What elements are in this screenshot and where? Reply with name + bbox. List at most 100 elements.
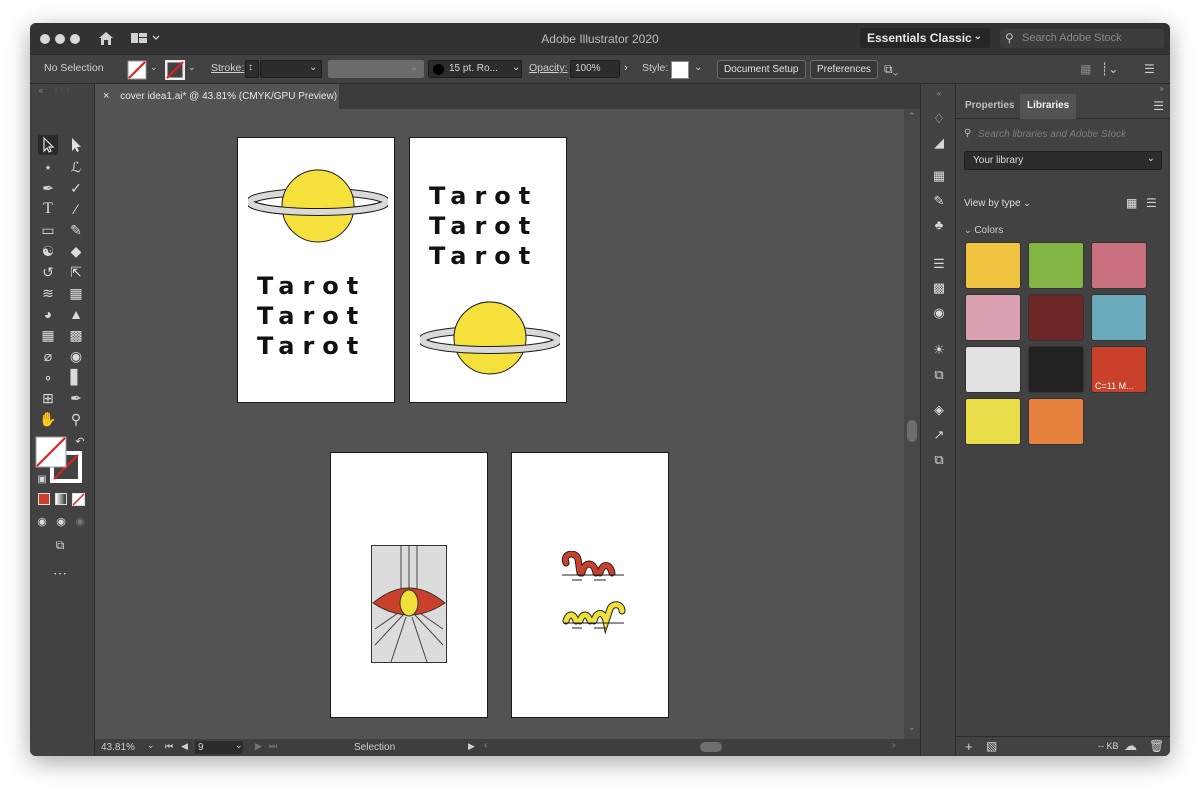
view-by-type-dropdown[interactable]: View by type ⌄ — [964, 198, 1031, 209]
draw-normal-icon[interactable]: ◉ — [32, 512, 52, 532]
status-menu-icon[interactable]: ▶ — [468, 741, 475, 752]
chevron-down-icon[interactable]: ⌄ — [235, 740, 243, 751]
hand-tool-icon[interactable]: ✋ — [38, 409, 58, 429]
width-tool-icon[interactable]: ≋ — [38, 283, 58, 303]
type-tool-icon[interactable]: T — [38, 199, 58, 219]
rectangle-tool-icon[interactable]: ▭ — [38, 220, 58, 240]
curvature-tool-icon[interactable]: ✓ — [66, 178, 86, 198]
artboards-panel-icon[interactable]: ⧉ — [930, 452, 948, 468]
swap-fill-stroke-icon[interactable]: ↶ — [70, 432, 90, 452]
screen-mode-icon[interactable]: ⧉ — [50, 535, 70, 555]
shape-builder-tool-icon[interactable]: ◕ — [38, 304, 58, 324]
list-view-icon[interactable]: ☰ — [1146, 196, 1157, 210]
brushes-panel-icon[interactable]: ✎ — [930, 193, 948, 209]
color-swatch[interactable] — [1028, 242, 1084, 289]
eyedropper-tool-icon[interactable]: ⌀ — [38, 346, 58, 366]
asset-export-icon[interactable]: ↗ — [930, 427, 948, 443]
expand-panel-icon[interactable]: » — [1160, 84, 1164, 93]
artboard-2[interactable]: Tarot Tarot Tarot — [409, 137, 567, 403]
opacity-field[interactable]: 100% — [570, 60, 620, 78]
pen-tool-icon[interactable]: ✒ — [38, 178, 58, 198]
horizontal-scroll-thumb[interactable] — [700, 742, 722, 752]
chevron-down-icon[interactable]: ⌄ — [508, 60, 522, 78]
artboard-1[interactable]: Tarot Tarot Tarot — [237, 137, 395, 403]
first-artboard-icon[interactable]: ⏮ — [165, 741, 173, 752]
lasso-tool-icon[interactable]: ℒ — [66, 157, 86, 177]
artboard-tool-icon[interactable]: ⊞ — [38, 388, 58, 408]
color-swatch[interactable] — [1028, 398, 1084, 445]
chevron-down-icon[interactable]: ⌄ — [147, 740, 155, 751]
symbols-panel-icon[interactable]: ♣ — [930, 217, 948, 233]
library-select[interactable]: Your library ⌄ — [964, 151, 1162, 170]
preferences-button[interactable]: Preferences — [810, 60, 878, 79]
last-artboard-icon[interactable]: ⏭ — [269, 741, 277, 752]
document-tab[interactable]: × cover idea1.ai* @ 43.81% (CMYK/GPU Pre… — [95, 84, 339, 109]
add-content-icon[interactable]: + — [965, 739, 973, 754]
color-guide-icon[interactable]: ◢ — [930, 135, 948, 151]
scroll-right-icon[interactable]: › — [892, 740, 895, 751]
graphic-styles-icon[interactable]: ⧉ — [930, 367, 948, 383]
symbol-sprayer-tool-icon[interactable]: ∘ — [38, 367, 58, 387]
transparency-panel-icon[interactable]: ◉ — [930, 305, 948, 321]
chevron-down-icon[interactable]: ⌄ — [908, 722, 916, 733]
scroll-thumb[interactable] — [907, 420, 917, 442]
stroke-label[interactable]: Stroke: — [211, 62, 244, 74]
colors-section-header[interactable]: ⌄ Colors — [964, 225, 1003, 236]
vertical-scrollbar[interactable]: ⌃ ⌄ — [904, 109, 920, 740]
tab-libraries[interactable]: Libraries — [1020, 94, 1077, 119]
gradient-tool-icon[interactable]: ▩ — [66, 325, 86, 345]
line-segment-tool-icon[interactable]: ∕ — [66, 199, 86, 219]
magic-wand-tool-icon[interactable]: ⋆ — [38, 157, 58, 177]
close-tab-icon[interactable]: × — [103, 90, 109, 102]
color-swatch[interactable] — [965, 346, 1021, 393]
document-setup-button[interactable]: Document Setup — [717, 60, 806, 79]
zoom-level-field[interactable]: 43.81% — [101, 742, 135, 753]
stock-search-input[interactable]: ⚲ Search Adobe Stock — [1000, 29, 1164, 48]
perspective-grid-tool-icon[interactable]: ▲ — [66, 304, 86, 324]
trash-icon[interactable]: 🗑 — [1149, 739, 1164, 753]
quick-actions-icon[interactable]: ⧉⌄ — [884, 62, 898, 77]
color-swatch[interactable] — [1028, 346, 1084, 393]
column-graph-tool-icon[interactable]: ▋ — [66, 367, 86, 387]
chevron-right-icon[interactable]: › — [624, 62, 628, 74]
color-swatch[interactable] — [965, 398, 1021, 445]
gradient-panel-icon[interactable]: ▩ — [930, 280, 948, 296]
selection-tool-icon[interactable] — [38, 135, 58, 155]
cloud-sync-icon[interactable]: ☁ — [1124, 738, 1137, 754]
previous-artboard-icon[interactable]: ◀ — [181, 741, 188, 752]
panel-grip-icon[interactable]: ⋮⋮⋮ — [50, 88, 74, 94]
zoom-tool-icon[interactable]: ⚲ — [66, 409, 86, 429]
color-swatch[interactable]: C=11 M... — [1091, 346, 1147, 393]
color-swatch[interactable] — [965, 242, 1021, 289]
color-swatch[interactable] — [1028, 294, 1084, 341]
color-swatch[interactable] — [965, 294, 1021, 341]
slice-tool-icon[interactable]: ✒ — [66, 388, 86, 408]
artboard-4[interactable] — [511, 452, 669, 718]
library-search-input[interactable]: ⚲ Search libraries and Adobe Stock — [963, 125, 1163, 145]
panel-menu-icon[interactable]: ☰ — [1153, 99, 1164, 113]
draw-behind-icon[interactable]: ◉ — [51, 512, 71, 532]
color-swatch[interactable] — [1091, 242, 1147, 289]
artboard-3[interactable] — [330, 452, 488, 718]
graphic-style-swatch[interactable] — [671, 61, 689, 79]
gradient-mode-icon[interactable] — [55, 493, 67, 505]
stroke-panel-icon[interactable]: ☰ — [930, 256, 948, 272]
appearance-panel-icon[interactable]: ☀ — [930, 342, 948, 358]
scale-tool-icon[interactable]: ⇱ — [66, 262, 86, 282]
align-grid-icon[interactable]: ▦ — [1080, 62, 1091, 76]
fill-none-icon[interactable] — [127, 60, 147, 80]
align-panel-icon[interactable]: ┊⌄ — [1101, 62, 1118, 76]
collapse-panel-icon[interactable]: « — [34, 86, 48, 96]
paintbrush-tool-icon[interactable]: ✎ — [66, 220, 86, 240]
scroll-left-icon[interactable]: ‹ — [484, 740, 487, 751]
opacity-label[interactable]: Opacity: — [529, 62, 568, 74]
chevron-down-icon[interactable]: ⌄ — [188, 62, 196, 73]
draw-inside-icon[interactable]: ◉ — [70, 512, 90, 532]
menu-icon[interactable]: ☰ — [1144, 62, 1155, 76]
direct-selection-tool-icon[interactable] — [66, 135, 86, 155]
next-artboard-icon[interactable]: ▶ — [255, 741, 262, 752]
color-swatch[interactable] — [1091, 294, 1147, 341]
more-tools-icon[interactable]: ⋯ — [50, 563, 70, 583]
chevron-down-icon[interactable]: ⌄ — [690, 60, 704, 78]
chevron-down-icon[interactable]: ⌄ — [406, 60, 424, 78]
